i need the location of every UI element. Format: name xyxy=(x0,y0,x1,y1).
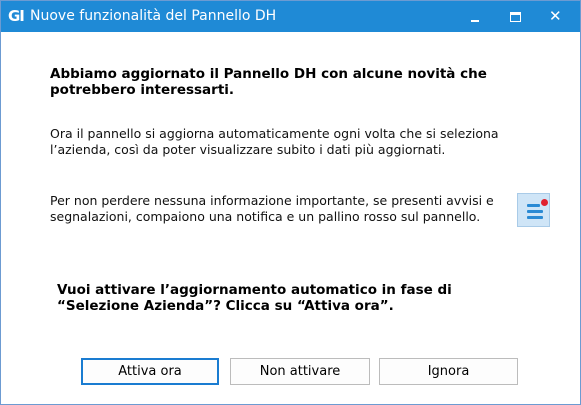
ignore-button[interactable]: Ignora xyxy=(379,358,518,385)
activate-now-button[interactable]: Attiva ora xyxy=(81,358,219,385)
close-button[interactable]: ✕ xyxy=(540,1,570,32)
maximize-icon xyxy=(510,12,521,22)
window-title: Nuove funzionalità del Pannello DH xyxy=(30,8,277,24)
dialog-heading: Abbiamo aggiornato il Pannello DH con al… xyxy=(50,66,487,98)
dont-activate-button[interactable]: Non attivare xyxy=(230,358,370,385)
info-paragraph-auto-update: Ora il pannello si aggiorna automaticame… xyxy=(50,126,499,157)
app-logo-icon: GI xyxy=(8,7,25,25)
info-paragraph-notifications: Per non perdere nessuna informazione imp… xyxy=(50,193,494,224)
menu-notification-icon xyxy=(517,193,550,227)
maximize-button[interactable] xyxy=(500,1,530,32)
activation-question: Vuoi attivare l’aggiornamento automatico… xyxy=(57,282,452,314)
close-icon: ✕ xyxy=(549,7,562,25)
red-dot-icon xyxy=(541,199,548,206)
dialog-window: GI Nuove funzionalità del Pannello DH ✕ … xyxy=(0,0,581,405)
title-bar[interactable]: GI Nuove funzionalità del Pannello DH ✕ xyxy=(1,1,580,32)
minimize-icon xyxy=(471,20,479,22)
minimize-button[interactable] xyxy=(460,1,490,32)
